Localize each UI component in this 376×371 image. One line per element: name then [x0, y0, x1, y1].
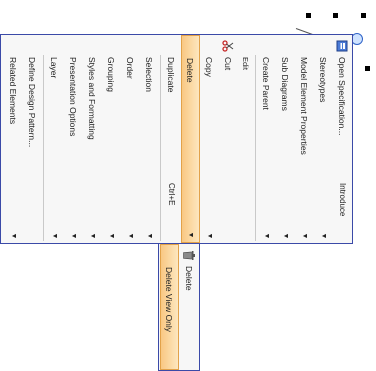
menu-item-styles-and-formatting[interactable]: Styles and Formatting ▼: [83, 35, 102, 243]
menu-item-layer[interactable]: Layer ▼: [45, 35, 64, 243]
submenu-arrow-icon: ▼: [10, 232, 17, 240]
menu-item-edit[interactable]: Edit: [238, 35, 254, 243]
context-menu: Open Specification... Introduce Stereoty…: [0, 34, 353, 244]
menu-item-label: Selection: [144, 57, 155, 92]
menu-item-label: Styles and Formatting: [87, 57, 98, 140]
submenu-arrow-icon: ▼: [89, 232, 96, 240]
menu-item-label: Related Elements: [8, 57, 19, 125]
submenu-arrow-icon: ▼: [263, 232, 270, 240]
menu-item-delete[interactable]: Delete ▼: [181, 35, 200, 243]
menu-separator: [160, 55, 161, 241]
menu-separator: [255, 55, 256, 241]
menu-item-label: Open Specification...: [337, 57, 348, 136]
selection-handle[interactable]: [361, 13, 366, 18]
menu-item-label: Stereotypes: [318, 57, 329, 103]
menu-item-label: Delete View Only: [164, 267, 175, 333]
submenu-item-delete-view-only[interactable]: Delete View Only: [160, 244, 179, 370]
submenu-arrow-icon: ▼: [206, 232, 213, 240]
open-spec-icon: [333, 35, 352, 57]
submenu-item-delete[interactable]: Delete: [180, 244, 199, 370]
menu-item-related-elements[interactable]: Related Elements ▼: [4, 35, 23, 243]
selection-handle[interactable]: [333, 13, 338, 18]
menu-item-label: Delete: [184, 266, 195, 291]
selection-handle[interactable]: [365, 66, 370, 71]
menu-item-label: Delete: [185, 58, 196, 83]
menu-item-define-design-pattern[interactable]: Define Design Pattern...: [23, 35, 42, 243]
menu-item-selection[interactable]: Selection ▼: [140, 35, 159, 243]
menu-item-label: Sub Diagrams: [280, 57, 291, 111]
menu-item-stereotypes[interactable]: Stereotypes ▼: [314, 35, 333, 243]
menu-item-duplicate[interactable]: Duplicate Ctrl+E: [162, 35, 181, 243]
menu-item-label: Presentation Options: [68, 57, 79, 137]
delete-submenu: Delete Delete View Only: [158, 243, 200, 371]
menu-item-copy[interactable]: Copy ▼: [200, 35, 219, 243]
menu-item-presentation-options[interactable]: Presentation Options ▼: [64, 35, 83, 243]
menu-item-model-element-properties[interactable]: Model Element Properties ▼: [295, 35, 314, 243]
menu-item-order[interactable]: Order ▼: [121, 35, 140, 243]
menu-item-label: Create Parent: [261, 57, 272, 110]
menu-item-label: Cut: [223, 57, 234, 71]
submenu-arrow-icon: ▼: [51, 232, 58, 240]
menu-item-label: Grouping: [106, 57, 117, 92]
menu-item-label: Define Design Pattern...: [27, 57, 38, 148]
menu-item-sub-diagrams[interactable]: Sub Diagrams ▼: [276, 35, 295, 243]
menu-item-label: Order: [125, 57, 136, 79]
submenu-arrow-icon: ▼: [108, 232, 115, 240]
menu-item-create-parent[interactable]: Create Parent ▼: [257, 35, 276, 243]
menu-item-open-specification[interactable]: Open Specification... Introduce: [333, 35, 352, 243]
menu-item-label: Layer: [49, 57, 60, 79]
submenu-arrow-icon: ▼: [70, 232, 77, 240]
submenu-arrow-icon: ▼: [146, 232, 153, 240]
submenu-arrow-icon: ▼: [301, 232, 308, 240]
menu-item-label: Edit: [241, 57, 251, 70]
selection-handle[interactable]: [306, 13, 311, 18]
trash-icon: [180, 244, 199, 266]
submenu-arrow-icon: ▼: [127, 232, 134, 240]
menu-item-shortcut: Ctrl+E: [167, 183, 176, 206]
menu-item-cut[interactable]: Cut: [219, 35, 238, 243]
menu-item-label: Copy: [204, 57, 215, 77]
menu-item-label: Model Element Properties: [299, 57, 310, 155]
menu-separator: [43, 55, 44, 241]
scissors-icon: [219, 35, 238, 57]
menu-item-label: Duplicate: [166, 57, 177, 93]
menu-item-shortcut: Introduce: [338, 183, 347, 217]
submenu-arrow-icon: ▼: [282, 232, 289, 240]
submenu-arrow-icon: ▼: [187, 231, 194, 239]
menu-item-grouping[interactable]: Grouping ▼: [102, 35, 121, 243]
submenu-arrow-icon: ▼: [320, 232, 327, 240]
